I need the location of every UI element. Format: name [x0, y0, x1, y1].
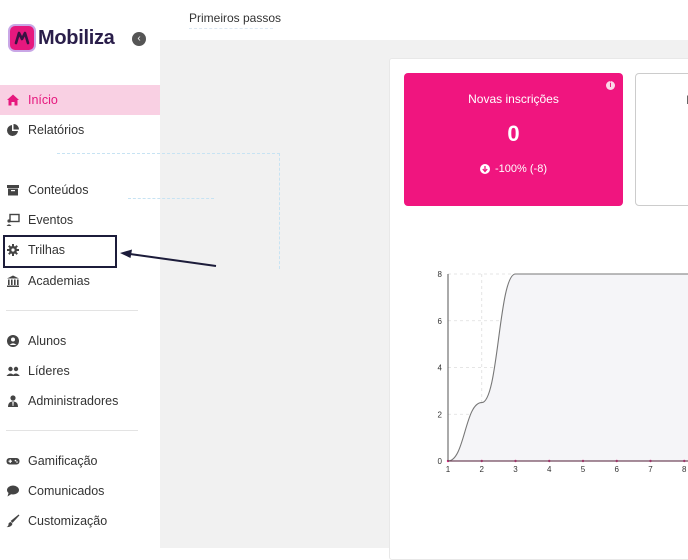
x-tick-label: 4 — [547, 465, 552, 474]
sidebar-item-label: Líderes — [28, 364, 70, 378]
sidebar-item-customizacao[interactable]: Customização — [0, 506, 160, 536]
x-tick-label: 7 — [648, 465, 653, 474]
card-title: Novas inscrições — [468, 92, 559, 106]
y-tick-label: 6 — [438, 317, 443, 326]
x-tick-label: 8 — [682, 465, 687, 474]
card-value: 0 — [507, 121, 520, 146]
user-tie-icon — [6, 394, 20, 408]
users-icon — [6, 364, 20, 378]
sidebar-item-label: Relatórios — [28, 123, 85, 137]
sidebar-item-label: Alunos — [28, 334, 67, 348]
sidebar-item-label: Gamificação — [28, 454, 98, 468]
y-tick-label: 0 — [438, 457, 443, 466]
user-circle-icon — [6, 334, 20, 348]
sidebar-item-inicio[interactable]: Início — [0, 85, 160, 115]
topbar: Primeiros passos — [160, 0, 688, 40]
sidebar-item-label: Comunicados — [28, 484, 105, 498]
y-tick-label: 4 — [438, 364, 443, 373]
chevron-left-icon: ‹ — [137, 33, 141, 44]
presentation-icon — [6, 213, 20, 227]
institution-icon — [6, 274, 20, 288]
brand-name: Mobiliza — [38, 26, 115, 49]
page-subtitle-placeholder — [189, 28, 273, 35]
sidebar-item-academias[interactable]: Academias — [0, 266, 160, 296]
archive-icon — [6, 183, 20, 197]
home-icon — [6, 93, 20, 107]
x-tick-label: 1 — [446, 465, 451, 474]
stat-card-partial[interactable]: I — [635, 73, 688, 206]
new-enrollments-card[interactable]: i Novas inscrições 0 -100% (-8) — [404, 73, 623, 206]
annotation-arrow-icon — [120, 249, 217, 267]
pie-chart-icon — [6, 123, 20, 137]
info-icon[interactable]: i — [606, 81, 615, 90]
sidebar-item-relatorios[interactable]: Relatórios — [0, 115, 160, 145]
ghost-line — [128, 198, 214, 199]
enrollments-chart: 02468123456789 — [438, 270, 688, 474]
sidebar-item-administradores[interactable]: Administradores — [0, 386, 160, 416]
x-tick-label: 6 — [615, 465, 620, 474]
sidebar-item-lideres[interactable]: Líderes — [0, 356, 160, 386]
collapse-sidebar-button[interactable]: ‹ — [132, 32, 146, 46]
sidebar-item-label: Academias — [28, 274, 90, 288]
sidebar-item-gamificacao[interactable]: Gamificação — [0, 446, 160, 476]
chat-bubble-icon — [6, 484, 20, 498]
paint-brush-icon — [6, 514, 20, 528]
highlight-annotation-box — [3, 235, 117, 268]
sidebar-divider — [6, 430, 138, 431]
mobiliza-logo-icon — [10, 26, 34, 50]
x-tick-label: 5 — [581, 465, 586, 474]
card-delta-text: -100% (-8) — [495, 163, 547, 175]
sidebar-item-label: Customização — [28, 514, 108, 528]
card-delta: -100% (-8) — [404, 163, 623, 175]
sidebar-item-comunicados[interactable]: Comunicados — [0, 476, 160, 506]
x-tick-label: 2 — [480, 465, 485, 474]
gamepad-icon — [6, 454, 20, 468]
x-tick-label: 3 — [513, 465, 518, 474]
sidebar-item-label: Administradores — [28, 394, 119, 408]
sidebar-item-alunos[interactable]: Alunos — [0, 326, 160, 356]
arrow-down-circle-icon — [480, 164, 491, 174]
sidebar-divider — [6, 310, 138, 311]
logo[interactable]: Mobiliza — [10, 26, 115, 50]
page-title: Primeiros passos — [189, 11, 282, 25]
y-tick-label: 8 — [438, 270, 443, 279]
y-tick-label: 2 — [438, 410, 443, 419]
sidebar-item-label: Início — [28, 93, 58, 107]
sidebar: Mobiliza ‹ Início Relatórios Conteúdos E… — [0, 0, 160, 548]
